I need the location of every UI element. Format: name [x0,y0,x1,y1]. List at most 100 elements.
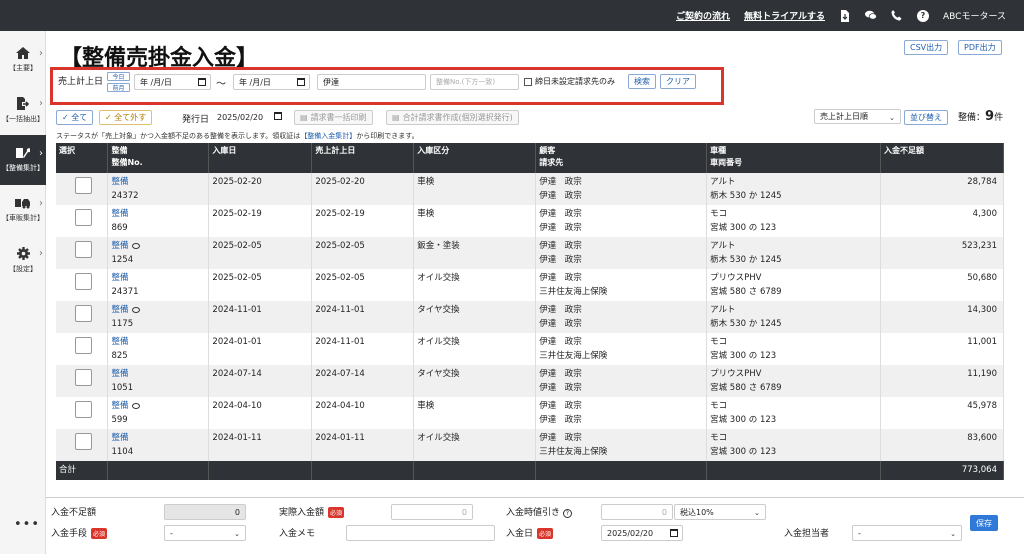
shortfall-cell: 11,190 [880,365,1004,397]
bulk-invoice-print-button[interactable]: ▤ 請求書一括印刷 [294,110,373,125]
contract-flow-link[interactable]: ご契約の流れ [676,9,730,22]
document-download-icon[interactable] [839,9,851,22]
receivables-table: 選択 整備 整備No. 入庫日 売上計上日 入庫区分 顧客 請求先 車種 車両番号 入… [56,143,1004,480]
search-button[interactable]: 検索 [628,74,656,89]
in-date-cell: 2024-04-10 [208,397,313,429]
vehicle-cell: アルト 栃木 530 か 1245 [706,301,881,333]
plate-number: 宮城 580 さ 6789 [710,383,782,393]
sales-date-cell: 2024-01-11 [311,429,415,461]
seibi-link[interactable]: 整備 [111,401,128,411]
calendar-icon[interactable] [198,78,206,86]
seibi-no-input[interactable]: 整備No.(下方一致) [430,74,519,90]
free-trial-link[interactable]: 無料トライアルする [744,9,825,22]
sidebar-item-car-sales-summary[interactable]: › 【車販集計】 [0,185,46,235]
row-checkbox[interactable] [75,241,92,258]
row-checkbox[interactable] [75,209,92,226]
deselect-all-button[interactable]: ✓ 全て外す [99,110,153,125]
row-checkbox[interactable] [75,177,92,194]
sort-select[interactable]: 売上計上日順 ⌄ [814,109,901,124]
plate-number: 宮城 300 の 123 [710,447,777,457]
seibi-link[interactable]: 整備 [111,209,128,219]
row-checkbox[interactable] [75,337,92,354]
phone-icon[interactable] [891,10,903,22]
seibi-payment-summary-link[interactable]: 【整備入金集計】 [300,132,356,140]
category-cell: 車検 [413,205,537,237]
in-date-cell: 2025-02-05 [208,237,313,269]
vehicle-cell: モコ 宮城 300 の 123 [706,429,881,461]
vehicle-model: アルト [710,177,736,187]
tax-select[interactable]: 税込10% ⌄ [674,504,766,520]
discount-input[interactable]: 0 [601,504,673,520]
sidebar-item-settings[interactable]: › 【設定】 [0,235,46,285]
calendar-icon[interactable] [274,112,282,120]
issue-date-input[interactable]: 2025/02/20 [212,109,286,125]
company-name[interactable]: ABCモータース [943,9,1006,22]
row-checkbox[interactable] [75,305,92,322]
seibi-link[interactable]: 整備 [111,273,128,283]
col-header-seibi-top: 整備 [111,146,128,155]
date-from-input[interactable]: 年 /月/日 [134,74,211,90]
category-cell: オイル交換 [413,269,537,301]
col-header-select: 選択 [56,143,109,173]
today-button[interactable]: 今日 [107,72,130,81]
row-checkbox[interactable] [75,273,92,290]
memo-bubble-icon[interactable] [131,306,140,313]
memo-input[interactable] [346,525,495,541]
calendar-icon[interactable] [297,78,305,86]
seibi-link[interactable]: 整備 [111,337,128,347]
customer-search-input[interactable]: 伊達 [317,74,426,90]
help-icon[interactable]: ? [916,9,929,22]
row-checkbox[interactable] [75,433,92,450]
date-to-input[interactable]: 年 /月/日 [233,74,310,90]
seibi-link[interactable]: 整備 [111,433,128,443]
row-select-cell [56,365,109,397]
table-note: ステータスが「売上対象」かつ入金額不足のある整備を表示します。領収証は【整備入金… [56,131,419,141]
memo-bubble-icon[interactable] [131,402,140,409]
memo-bubble-icon[interactable] [131,242,140,249]
pdf-export-button[interactable]: PDF出力 [958,40,1002,55]
calendar-icon[interactable] [670,529,678,537]
col-header-category: 入庫区分 [413,143,537,173]
combined-invoice-button[interactable]: ▤ 合計請求書作成(個別選択発行) [386,110,519,125]
seibi-link[interactable]: 整備 [111,369,128,379]
category-cell: 車検 [413,173,537,205]
seibi-link[interactable]: 整備 [111,305,128,315]
sidebar-item-seibi-summary[interactable]: › 【整備集計】 [0,135,46,185]
sales-date-cell: 2025-02-20 [311,173,415,205]
seibi-no: 1175 [111,319,134,329]
chat-icon[interactable] [864,10,877,22]
more-menu-icon[interactable]: ••• [14,517,40,532]
vehicle-cell: モコ 宮城 300 の 123 [706,205,881,237]
actual-amount-label-text: 実際入金額 [279,508,325,518]
clear-button[interactable]: クリア [660,74,696,89]
seibi-link[interactable]: 整備 [111,241,128,251]
save-button[interactable]: 保存 [970,515,998,531]
payment-date-input[interactable]: 2025/02/20 [601,525,683,541]
seibi-link[interactable]: 整備 [111,177,128,187]
sidebar-item-main[interactable]: › 【主要】 [0,35,46,85]
billing-name: 三井住友海上保険 [539,287,608,297]
shortfall-cell: 523,231 [880,237,1004,269]
category-cell: タイヤ交換 [413,301,537,333]
chevron-right-icon: › [39,248,43,259]
vehicle-model: モコ [710,401,728,411]
select-all-button[interactable]: ✓ 全て [56,110,94,125]
seibi-count-value: 9 [985,109,995,124]
staff-select[interactable]: - ⌄ [852,525,962,541]
method-select[interactable]: - ⌄ [164,525,246,541]
seibi-no: 1051 [111,383,134,393]
prev-month-button[interactable]: 前月 [107,83,130,92]
row-checkbox[interactable] [75,369,92,386]
row-checkbox[interactable] [75,401,92,418]
seibi-no: 825 [111,351,128,361]
unset-closing-checkbox[interactable] [524,78,532,86]
note-text-before: ステータスが「売上対象」かつ入金額不足のある整備を表示します。領収証は [56,132,301,140]
csv-export-button[interactable]: CSV出力 [904,40,949,55]
shortfall-cell: 83,600 [880,429,1004,461]
sidebar-item-bulk-extract[interactable]: › 【一括抽出】 [0,85,46,135]
sort-button[interactable]: 並び替え [904,110,948,125]
customer-name: 伊達 政宗 [539,369,582,379]
actual-amount-input[interactable]: 0 [391,504,473,520]
billing-name: 伊達 政宗 [539,191,582,201]
row-select-cell [56,237,109,269]
